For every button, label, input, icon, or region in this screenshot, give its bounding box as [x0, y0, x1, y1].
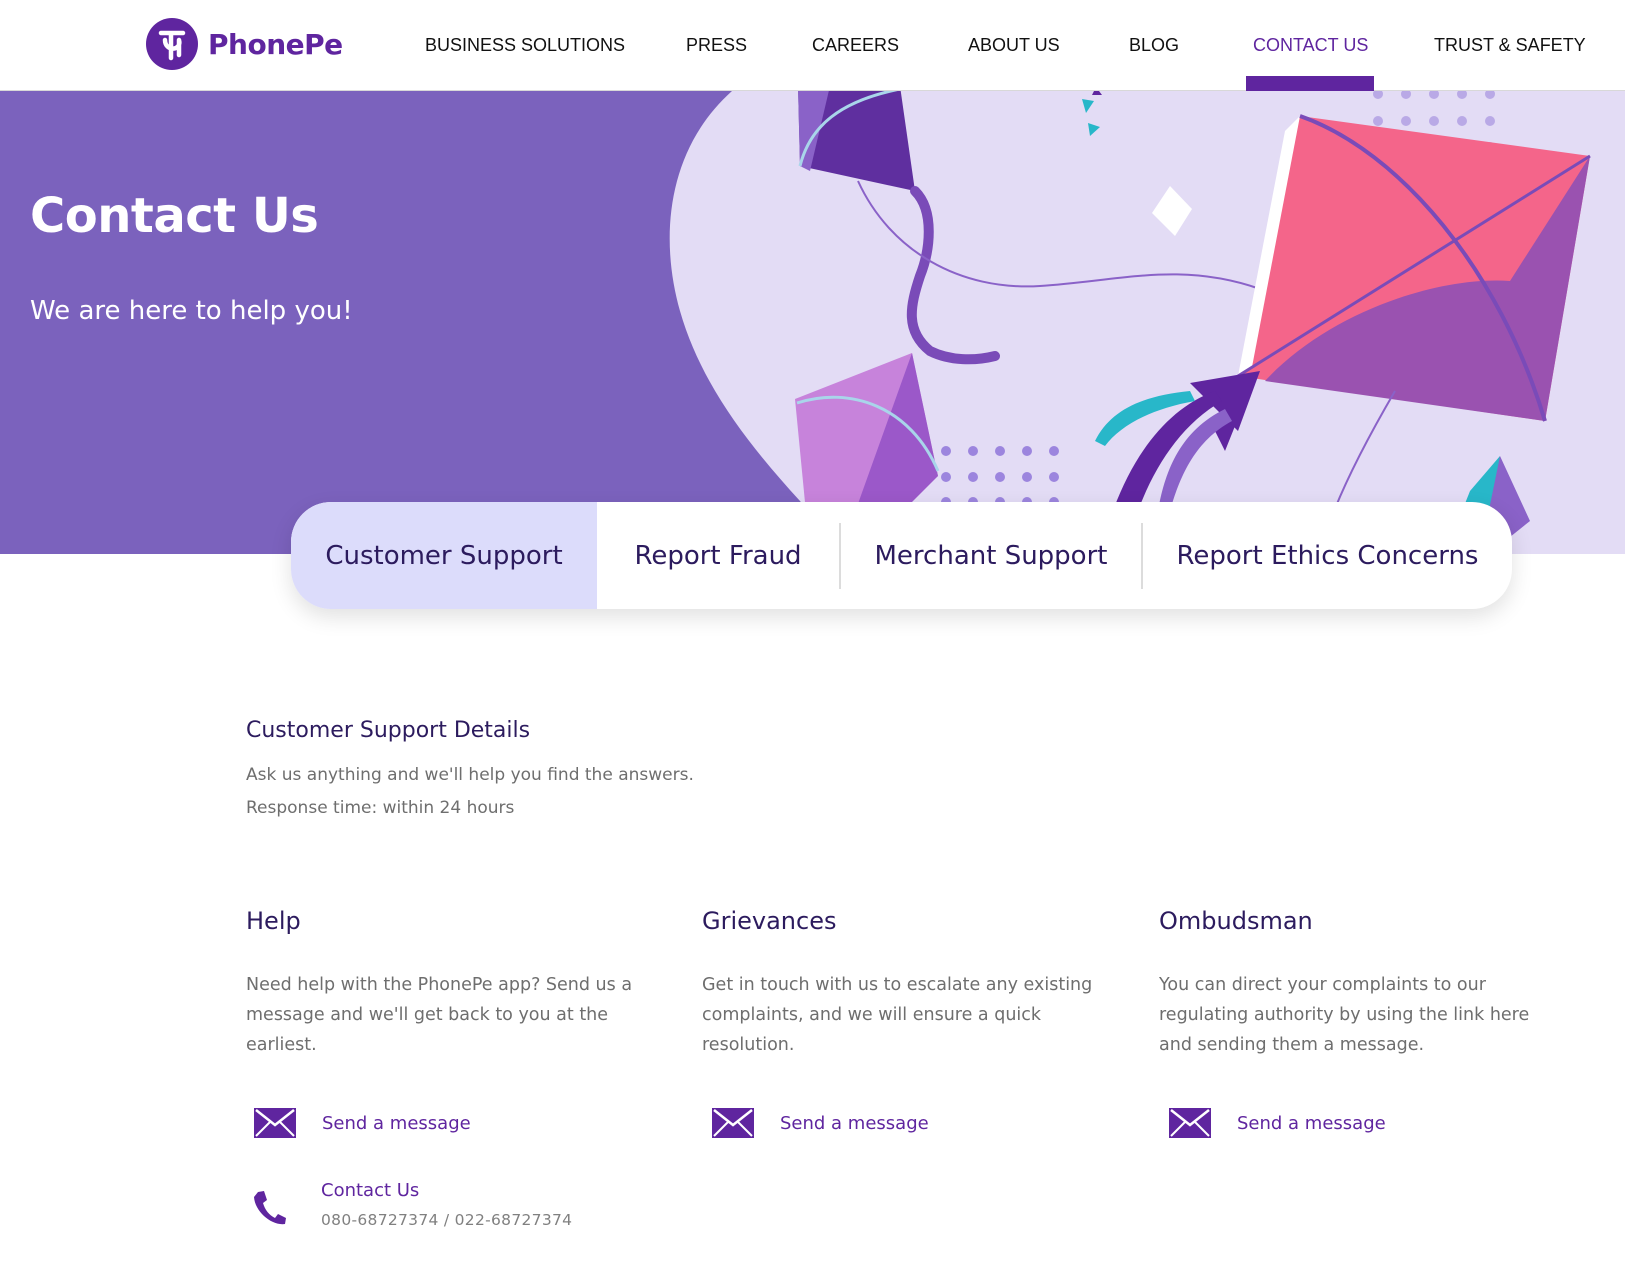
send-message-link[interactable]: Send a message — [322, 1113, 471, 1134]
details-description: Ask us anything and we'll help you find … — [246, 765, 694, 785]
support-tabs: Customer Support Report Fraud Merchant S… — [291, 502, 1512, 609]
active-nav-indicator — [1246, 76, 1374, 91]
hero-banner: Contact Us We are here to help you! — [0, 91, 1625, 554]
nav-contact-us[interactable]: CONTACT US — [1253, 35, 1368, 56]
ombudsman-send-message[interactable]: Send a message — [1169, 1108, 1386, 1138]
response-time: Response time: within 24 hours — [246, 798, 515, 818]
tab-report-ethics-concerns[interactable]: Report Ethics Concerns — [1143, 502, 1512, 609]
phone-icon — [254, 1191, 286, 1225]
nav-careers[interactable]: CAREERS — [812, 35, 899, 56]
site-header: PhonePe BUSINESS SOLUTIONS PRESS CAREERS… — [0, 0, 1625, 91]
send-message-link[interactable]: Send a message — [780, 1113, 929, 1134]
help-send-message[interactable]: Send a message — [254, 1108, 471, 1138]
nav-business-solutions[interactable]: BUSINESS SOLUTIONS — [425, 35, 625, 56]
grievances-heading: Grievances — [702, 907, 837, 935]
ombudsman-heading: Ombudsman — [1159, 907, 1313, 935]
nav-trust-safety[interactable]: TRUST & SAFETY — [1434, 35, 1586, 56]
tab-merchant-support[interactable]: Merchant Support — [841, 502, 1141, 609]
nav-about-us[interactable]: ABOUT US — [968, 35, 1060, 56]
envelope-icon — [1169, 1108, 1211, 1138]
grievances-description: Get in touch with us to escalate any exi… — [702, 975, 1093, 1055]
envelope-icon — [254, 1108, 296, 1138]
nav-press[interactable]: PRESS — [686, 35, 747, 56]
tab-customer-support[interactable]: Customer Support — [291, 502, 597, 609]
page-title: Contact Us — [30, 188, 319, 244]
brand-name: PhonePe — [208, 27, 343, 61]
tab-report-fraud[interactable]: Report Fraud — [597, 502, 839, 609]
envelope-icon — [712, 1108, 754, 1138]
grievances-send-message[interactable]: Send a message — [712, 1108, 929, 1138]
help-description: Need help with the PhonePe app? Send us … — [246, 975, 633, 1055]
help-heading: Help — [246, 907, 301, 935]
contact-us-link[interactable]: Contact Us — [321, 1180, 419, 1201]
details-heading: Customer Support Details — [246, 718, 531, 743]
send-message-link[interactable]: Send a message — [1237, 1113, 1386, 1134]
phone-numbers: 080-68727374 / 022-68727374 — [321, 1211, 573, 1229]
phonepe-logo-icon — [146, 18, 198, 70]
ombudsman-description: You can direct your complaints to our re… — [1159, 975, 1530, 1055]
page-subtitle: We are here to help you! — [30, 296, 353, 326]
nav-blog[interactable]: BLOG — [1129, 35, 1179, 56]
phonepe-logo[interactable]: PhonePe — [146, 18, 343, 70]
